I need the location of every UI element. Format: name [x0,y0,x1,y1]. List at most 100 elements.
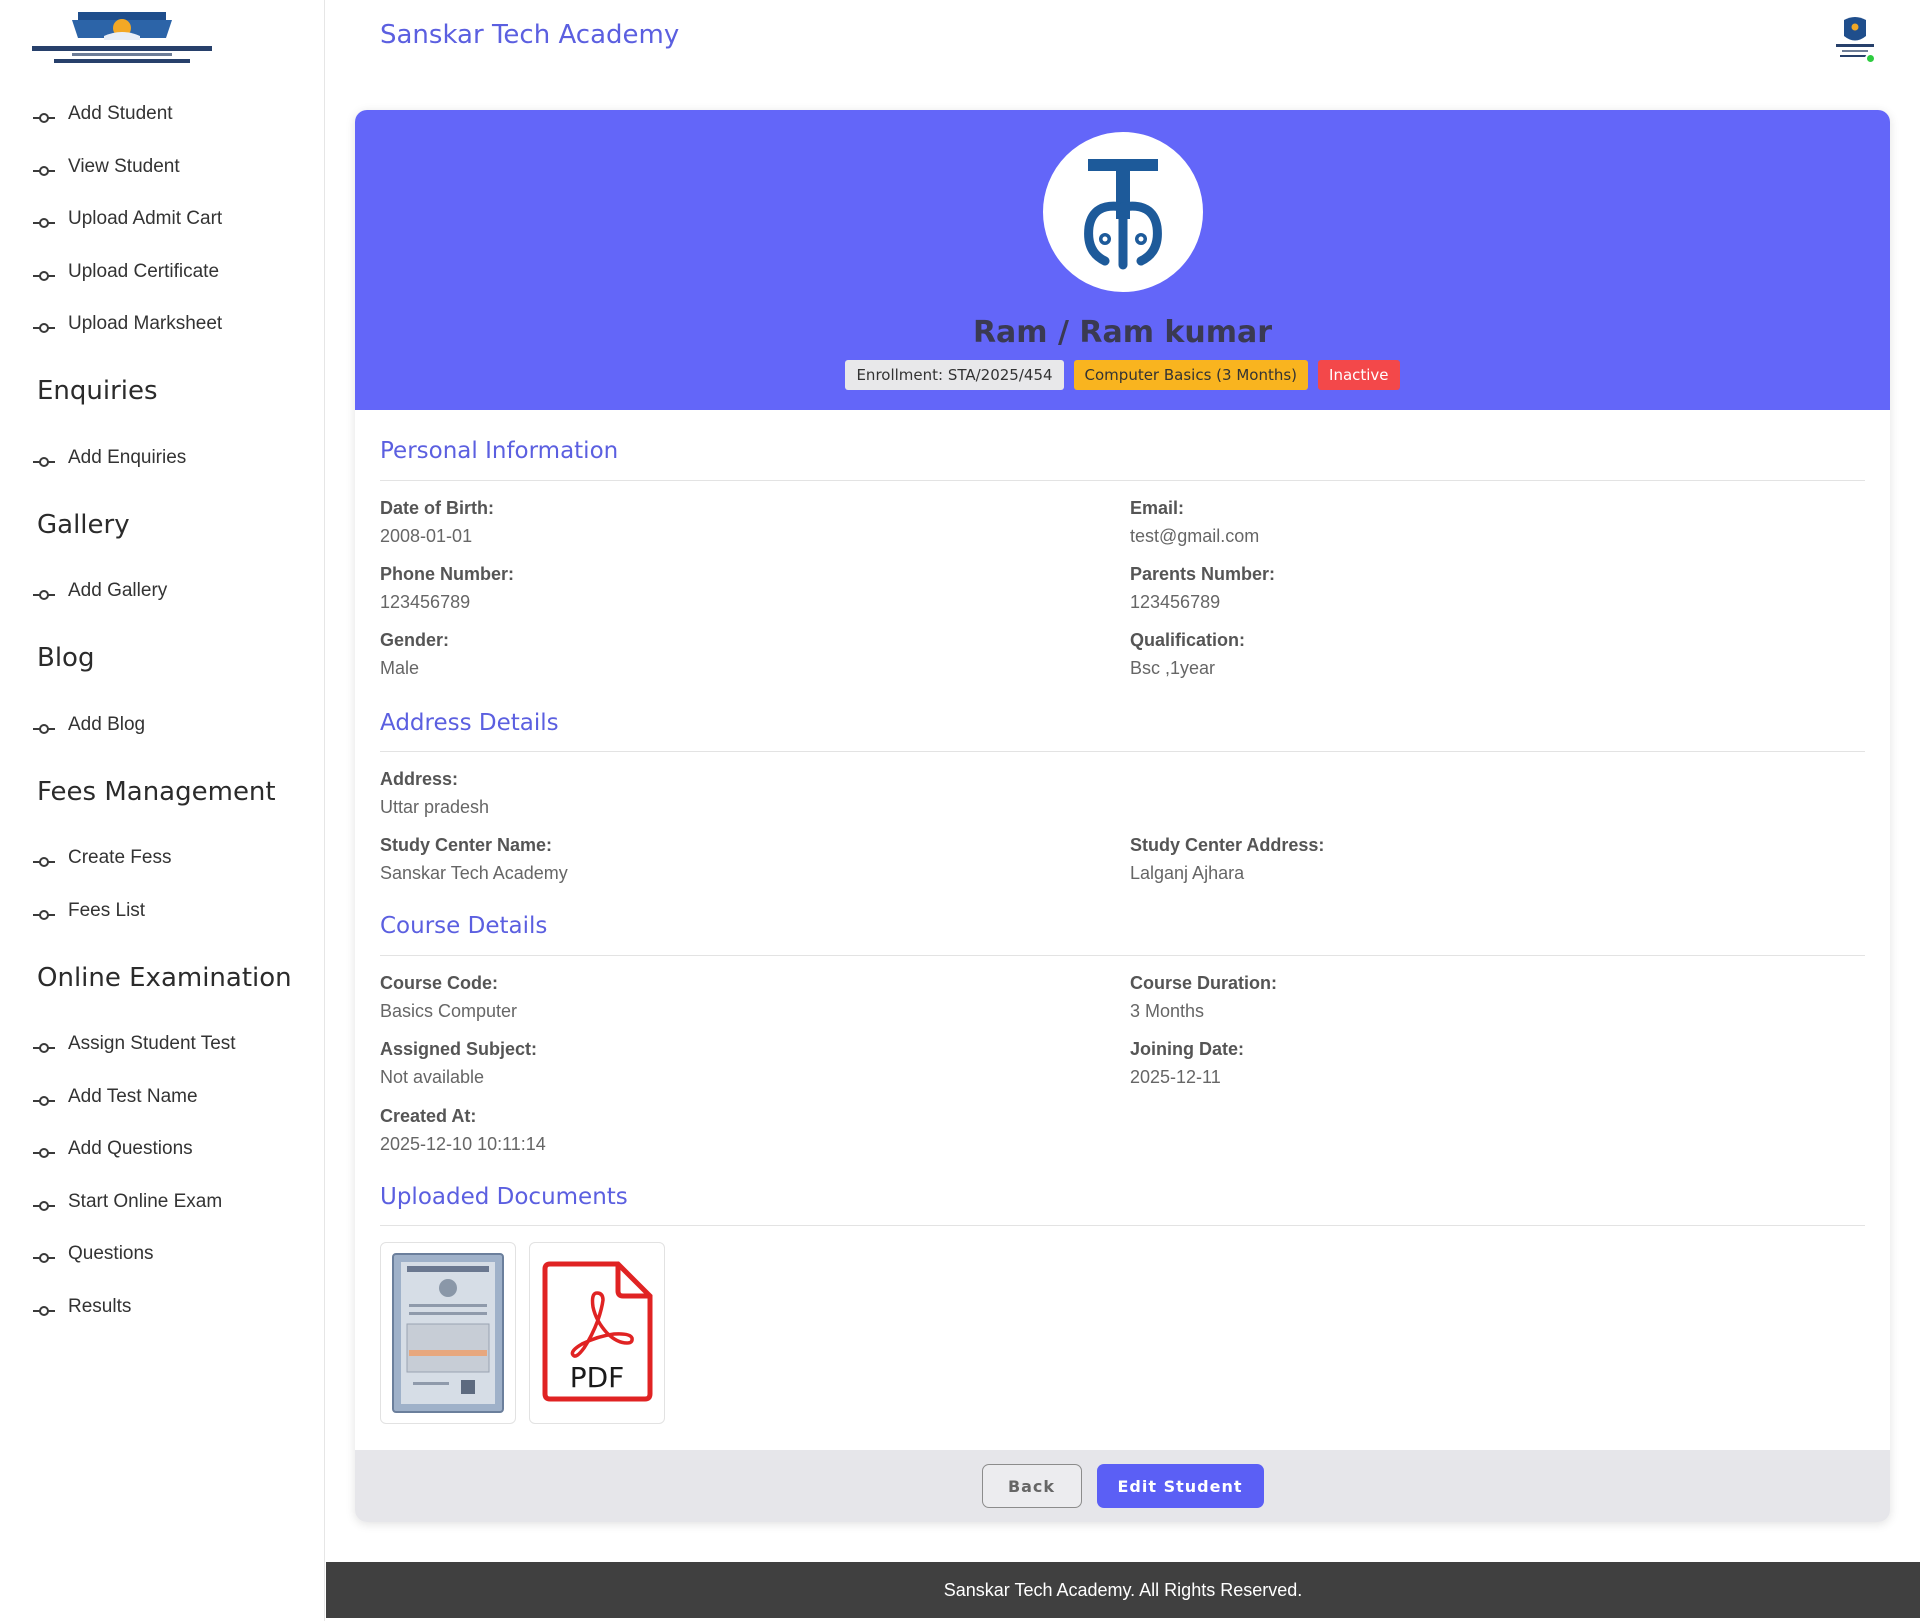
section-divider [380,955,1865,956]
sidebar-item-add-test-name[interactable]: Add Test Name [0,1071,325,1124]
field-value: Bsc ,1year [1130,658,1216,678]
sidebar-item-view-student[interactable]: View Student [0,141,325,194]
sidebar-item-add-enquiries[interactable]: Add Enquiries [0,432,325,485]
field-course-duration: Course Duration: 3 Months [1130,973,1277,1022]
field-label: Study Center Address: [1130,835,1325,855]
sidebar-item-label: View Student [68,155,180,177]
sidebar-item-upload-certificate[interactable]: Upload Certificate [0,246,325,299]
field-assigned-subject: Assigned Subject: Not available [380,1039,537,1088]
section-title-course: Course Details [380,913,548,939]
academy-logo[interactable] [32,6,212,68]
field-course-code: Course Code: Basics Computer [380,973,517,1022]
bullet-node-icon [33,318,55,334]
field-label: Course Duration: [1130,973,1278,993]
sidebar-item-label: Add Enquiries [68,446,187,468]
student-name: Ram / Ram kumar [972,315,1273,350]
field-value: 123456789 [380,592,471,612]
sidebar-item-label: Create Fess [68,847,172,869]
bullet-node-icon [33,1301,55,1316]
field-label: Email: [1130,498,1185,518]
field-value: 2008-01-01 [380,526,473,546]
card-actions: Back Edit Student [355,1450,1890,1522]
sidebar-item-label: Add Gallery [68,580,168,602]
field-value: 2025-12-11 [1130,1067,1221,1087]
field-qualification: Qualification: Bsc ,1year [1130,630,1245,679]
sidebar-item-label: Add Blog [68,713,146,735]
field-value: test@gmail.com [1130,526,1260,546]
sidebar-item-label: Add Test Name [68,1085,198,1107]
field-label: Created At: [380,1106,477,1126]
field-value: Uttar pradesh [380,797,490,817]
sidebar-item-label: Questions [68,1243,154,1265]
marksheet-document-icon [392,1253,504,1413]
sidebar-item-upload-admit-cart[interactable]: Upload Admit Cart [0,193,325,246]
field-label: Course Code: [380,973,499,993]
field-label: Assigned Subject: [380,1039,538,1059]
field-label: Parents Number: [1130,564,1276,584]
field-label: Phone Number: [380,564,515,584]
sidebar-item-add-student[interactable]: Add Student [0,88,325,141]
bullet-node-icon [33,719,55,734]
sidebar-item-upload-marksheet[interactable]: Upload Marksheet [0,298,325,351]
bullet-node-icon [33,905,55,920]
pdf-file-icon: PDF [542,1261,653,1402]
field-value: Basics Computer [380,1001,518,1021]
sidebar-item-label: Assign Student Test [68,1033,236,1055]
section-title-address: Address Details [380,710,559,736]
sidebar-item-create-fess[interactable]: Create Fess [0,832,325,885]
back-button[interactable]: Back [981,1464,1082,1508]
student-badges: Enrollment: STA/2025/454 Computer Basics… [355,360,1890,390]
sidebar-item-label: Start Online Exam [68,1190,223,1212]
field-label: Study Center Name: [380,835,553,855]
field-gender: Gender: Male [380,630,449,679]
document-thumbnail-pdf[interactable]: PDF [529,1242,665,1424]
sidebar-item-label: Upload Admit Cart [68,208,223,230]
field-value: Male [380,658,420,678]
sidebar-item-results[interactable]: Results [0,1281,325,1334]
bullet-node-icon [33,1038,55,1054]
bullet-node-icon [33,161,55,176]
sidebar-item-questions[interactable]: Questions [0,1228,325,1281]
field-label: Joining Date: [1130,1039,1245,1059]
field-phone: Phone Number: 123456789 [380,564,514,613]
sidebar-heading-online-examination: Online Examination [37,962,292,993]
document-thumbnail-marksheet[interactable] [380,1242,516,1424]
bullet-node-icon [33,452,55,467]
bullet-node-icon [33,852,55,868]
sidebar-item-add-blog[interactable]: Add Blog [0,699,325,752]
edit-student-button[interactable]: Edit Student [1096,1464,1264,1508]
field-email: Email: test@gmail.com [1130,498,1259,547]
field-value: Sanskar Tech Academy [380,863,568,883]
sidebar: Add Student View Student Upload Admit Cart… [0,0,325,1621]
bullet-node-icon [33,585,55,601]
field-created-at: Created At: 2025-12-10 10:11:14 [380,1106,546,1155]
sidebar-item-add-questions[interactable]: Add Questions [0,1123,325,1176]
sidebar-item-fees-list[interactable]: Fees List [0,885,325,938]
field-study-center-address: Study Center Address: Lalganj Ajhara [1130,835,1324,884]
section-divider [380,480,1865,481]
page-title[interactable]: Sanskar Tech Academy [380,20,679,50]
bullet-node-icon [33,1091,55,1106]
section-title-documents: Uploaded Documents [380,1184,628,1210]
field-label: Address: [380,769,459,789]
sidebar-nav: Add Student View Student Upload Admit Cart… [0,88,325,1333]
sidebar-item-add-gallery[interactable]: Add Gallery [0,565,325,618]
field-label: Date of Birth: [380,498,494,518]
field-value: 3 Months [1130,1001,1205,1021]
sidebar-item-start-online-exam[interactable]: Start Online Exam [0,1176,325,1229]
online-status-indicator [1865,53,1876,64]
circuit-logo-icon [1084,159,1162,270]
field-parents-number: Parents Number: 123456789 [1130,564,1275,613]
status-badge: Inactive [1318,360,1400,390]
section-divider [380,751,1865,752]
sidebar-heading-fees-management: Fees Management [37,776,276,807]
field-label: Qualification: [1130,630,1246,650]
bullet-node-icon [33,213,55,229]
sidebar-heading-enquiries: Enquiries [37,376,158,406]
field-value: Not available [380,1067,485,1087]
sidebar-item-assign-student-test[interactable]: Assign Student Test [0,1018,325,1071]
field-study-center-name: Study Center Name: Sanskar Tech Academy [380,835,568,884]
site-footer: Sanskar Tech Academy. All Rights Reserve… [326,1562,1920,1618]
field-dob: Date of Birth: 2008-01-01 [380,498,494,547]
sidebar-heading-blog: Blog [37,643,95,673]
